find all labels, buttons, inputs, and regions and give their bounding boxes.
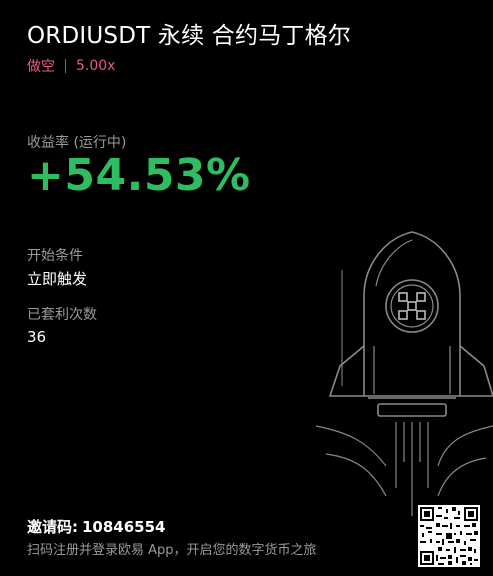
invite-code-value: 10846554 — [82, 518, 166, 536]
invite-code: 邀请码: 10846554 — [27, 516, 166, 537]
pnl-value: +54.53% — [27, 150, 251, 201]
qr-code-icon[interactable] — [418, 505, 480, 567]
start-condition-value: 立即触发 — [27, 270, 88, 288]
rocket-illustration-icon — [316, 231, 493, 516]
leverage-label: 5.00x — [76, 58, 116, 74]
direction-label: 做空 — [27, 59, 55, 75]
page-title: ORDIUSDT 永续 合约马丁格尔 — [27, 23, 351, 49]
arbitrage-count-value: 36 — [27, 328, 47, 346]
tagline: 扫码注册并登录欧易 App，开启您的数字货币之旅 — [27, 543, 317, 558]
divider — [65, 59, 66, 73]
okx-logo-icon — [398, 292, 426, 320]
pnl-label: 收益率 (运行中) — [27, 135, 127, 151]
arbitrage-count-label: 已套利次数 — [27, 307, 97, 323]
invite-label: 邀请码: — [27, 518, 78, 536]
start-condition-label: 开始条件 — [27, 248, 83, 264]
position-info: 做空 5.00x — [27, 56, 115, 76]
